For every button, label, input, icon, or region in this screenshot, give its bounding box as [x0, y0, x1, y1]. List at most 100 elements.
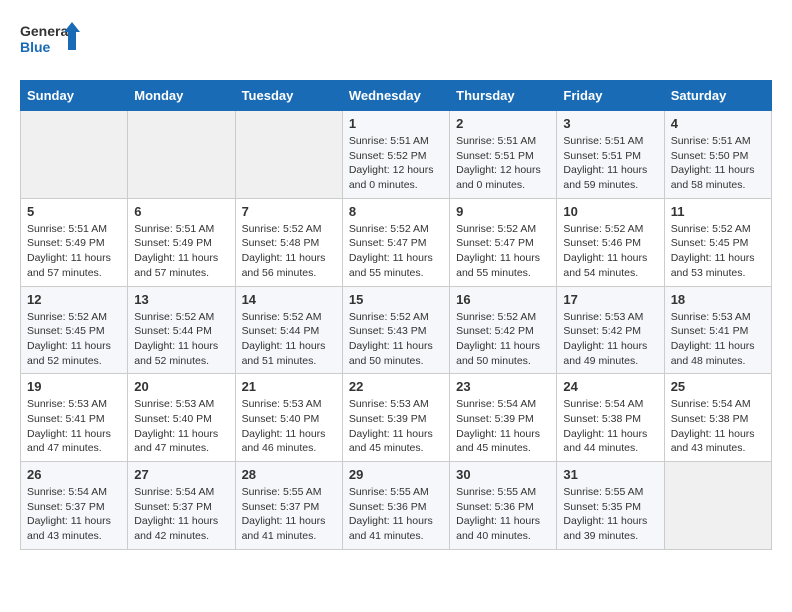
day-info: Sunrise: 5:53 AM Sunset: 5:39 PM Dayligh… — [349, 397, 443, 456]
calendar-cell: 10 Sunrise: 5:52 AM Sunset: 5:46 PM Dayli… — [557, 198, 664, 286]
day-info: Sunrise: 5:51 AM Sunset: 5:51 PM Dayligh… — [563, 134, 657, 193]
calendar-cell — [21, 111, 128, 199]
calendar-cell: 29 Sunrise: 5:55 AM Sunset: 5:36 PM Dayli… — [342, 462, 449, 550]
day-info: Sunrise: 5:51 AM Sunset: 5:49 PM Dayligh… — [27, 222, 121, 281]
calendar-cell: 5 Sunrise: 5:51 AM Sunset: 5:49 PM Daylig… — [21, 198, 128, 286]
weekday-header-row: SundayMondayTuesdayWednesdayThursdayFrid… — [21, 81, 772, 111]
day-info: Sunrise: 5:53 AM Sunset: 5:41 PM Dayligh… — [671, 310, 765, 369]
calendar-week-row: 12 Sunrise: 5:52 AM Sunset: 5:45 PM Dayli… — [21, 286, 772, 374]
calendar-cell: 21Sunrise: 5:53 AM Sunset: 5:40 PM Dayli… — [235, 374, 342, 462]
day-info: Sunrise: 5:55 AM Sunset: 5:37 PM Dayligh… — [242, 485, 336, 544]
calendar-cell: 13 Sunrise: 5:52 AM Sunset: 5:44 PM Dayli… — [128, 286, 235, 374]
svg-text:General: General — [20, 23, 72, 39]
calendar-cell: 25 Sunrise: 5:54 AM Sunset: 5:38 PM Dayli… — [664, 374, 771, 462]
day-number: 4 — [671, 116, 765, 131]
calendar-week-row: 1 Sunrise: 5:51 AM Sunset: 5:52 PM Daylig… — [21, 111, 772, 199]
day-info: Sunrise: 5:55 AM Sunset: 5:36 PM Dayligh… — [349, 485, 443, 544]
calendar-cell: 9Sunrise: 5:52 AM Sunset: 5:47 PM Daylig… — [450, 198, 557, 286]
day-info: Sunrise: 5:52 AM Sunset: 5:47 PM Dayligh… — [349, 222, 443, 281]
day-number: 30 — [456, 467, 550, 482]
svg-text:Blue: Blue — [20, 39, 51, 55]
logo: General Blue — [20, 20, 80, 64]
calendar-cell: 4 Sunrise: 5:51 AM Sunset: 5:50 PM Daylig… — [664, 111, 771, 199]
calendar-cell: 2Sunrise: 5:51 AM Sunset: 5:51 PM Daylig… — [450, 111, 557, 199]
day-number: 10 — [563, 204, 657, 219]
weekday-header: Wednesday — [342, 81, 449, 111]
calendar-cell: 18Sunrise: 5:53 AM Sunset: 5:41 PM Dayli… — [664, 286, 771, 374]
day-info: Sunrise: 5:52 AM Sunset: 5:43 PM Dayligh… — [349, 310, 443, 369]
calendar-cell: 23Sunrise: 5:54 AM Sunset: 5:39 PM Dayli… — [450, 374, 557, 462]
day-number: 17 — [563, 292, 657, 307]
day-info: Sunrise: 5:52 AM Sunset: 5:46 PM Dayligh… — [563, 222, 657, 281]
calendar-cell: 12 Sunrise: 5:52 AM Sunset: 5:45 PM Dayli… — [21, 286, 128, 374]
day-number: 6 — [134, 204, 228, 219]
day-number: 20 — [134, 379, 228, 394]
weekday-header: Sunday — [21, 81, 128, 111]
day-number: 11 — [671, 204, 765, 219]
calendar-cell: 8 Sunrise: 5:52 AM Sunset: 5:47 PM Daylig… — [342, 198, 449, 286]
day-info: Sunrise: 5:53 AM Sunset: 5:40 PM Dayligh… — [242, 397, 336, 456]
day-number: 31 — [563, 467, 657, 482]
day-info: Sunrise: 5:53 AM Sunset: 5:42 PM Dayligh… — [563, 310, 657, 369]
calendar-cell: 16 Sunrise: 5:52 AM Sunset: 5:42 PM Dayli… — [450, 286, 557, 374]
calendar-cell: 22 Sunrise: 5:53 AM Sunset: 5:39 PM Dayli… — [342, 374, 449, 462]
calendar-cell: 26 Sunrise: 5:54 AM Sunset: 5:37 PM Dayli… — [21, 462, 128, 550]
day-info: Sunrise: 5:51 AM Sunset: 5:50 PM Dayligh… — [671, 134, 765, 193]
day-number: 24 — [563, 379, 657, 394]
calendar-cell: 28 Sunrise: 5:55 AM Sunset: 5:37 PM Dayli… — [235, 462, 342, 550]
weekday-header: Tuesday — [235, 81, 342, 111]
calendar-cell: 30Sunrise: 5:55 AM Sunset: 5:36 PM Dayli… — [450, 462, 557, 550]
day-info: Sunrise: 5:52 AM Sunset: 5:44 PM Dayligh… — [242, 310, 336, 369]
day-info: Sunrise: 5:54 AM Sunset: 5:38 PM Dayligh… — [563, 397, 657, 456]
calendar-cell — [128, 111, 235, 199]
day-info: Sunrise: 5:52 AM Sunset: 5:44 PM Dayligh… — [134, 310, 228, 369]
day-number: 8 — [349, 204, 443, 219]
day-info: Sunrise: 5:51 AM Sunset: 5:49 PM Dayligh… — [134, 222, 228, 281]
day-info: Sunrise: 5:51 AM Sunset: 5:52 PM Dayligh… — [349, 134, 443, 193]
day-info: Sunrise: 5:54 AM Sunset: 5:38 PM Dayligh… — [671, 397, 765, 456]
day-info: Sunrise: 5:52 AM Sunset: 5:45 PM Dayligh… — [27, 310, 121, 369]
day-number: 2 — [456, 116, 550, 131]
day-number: 15 — [349, 292, 443, 307]
day-info: Sunrise: 5:52 AM Sunset: 5:45 PM Dayligh… — [671, 222, 765, 281]
calendar-week-row: 19 Sunrise: 5:53 AM Sunset: 5:41 PM Dayli… — [21, 374, 772, 462]
day-info: Sunrise: 5:52 AM Sunset: 5:42 PM Dayligh… — [456, 310, 550, 369]
calendar-table: SundayMondayTuesdayWednesdayThursdayFrid… — [20, 80, 772, 550]
calendar-cell: 7 Sunrise: 5:52 AM Sunset: 5:48 PM Daylig… — [235, 198, 342, 286]
day-number: 23 — [456, 379, 550, 394]
calendar-week-row: 26 Sunrise: 5:54 AM Sunset: 5:37 PM Dayli… — [21, 462, 772, 550]
calendar-cell — [664, 462, 771, 550]
day-number: 22 — [349, 379, 443, 394]
day-info: Sunrise: 5:53 AM Sunset: 5:40 PM Dayligh… — [134, 397, 228, 456]
logo-svg: General Blue — [20, 20, 80, 64]
weekday-header: Friday — [557, 81, 664, 111]
day-info: Sunrise: 5:53 AM Sunset: 5:41 PM Dayligh… — [27, 397, 121, 456]
weekday-header: Thursday — [450, 81, 557, 111]
day-number: 12 — [27, 292, 121, 307]
day-number: 25 — [671, 379, 765, 394]
day-info: Sunrise: 5:54 AM Sunset: 5:37 PM Dayligh… — [134, 485, 228, 544]
calendar-cell: 3 Sunrise: 5:51 AM Sunset: 5:51 PM Daylig… — [557, 111, 664, 199]
day-number: 27 — [134, 467, 228, 482]
calendar-cell: 11 Sunrise: 5:52 AM Sunset: 5:45 PM Dayli… — [664, 198, 771, 286]
day-number: 7 — [242, 204, 336, 219]
day-number: 5 — [27, 204, 121, 219]
day-number: 3 — [563, 116, 657, 131]
day-number: 16 — [456, 292, 550, 307]
weekday-header: Monday — [128, 81, 235, 111]
day-number: 29 — [349, 467, 443, 482]
day-number: 19 — [27, 379, 121, 394]
day-number: 9 — [456, 204, 550, 219]
page-header: General Blue — [20, 20, 772, 64]
calendar-cell: 19 Sunrise: 5:53 AM Sunset: 5:41 PM Dayli… — [21, 374, 128, 462]
calendar-cell: 14Sunrise: 5:52 AM Sunset: 5:44 PM Dayli… — [235, 286, 342, 374]
calendar-cell — [235, 111, 342, 199]
day-number: 28 — [242, 467, 336, 482]
calendar-cell: 6 Sunrise: 5:51 AM Sunset: 5:49 PM Daylig… — [128, 198, 235, 286]
day-number: 26 — [27, 467, 121, 482]
day-info: Sunrise: 5:54 AM Sunset: 5:37 PM Dayligh… — [27, 485, 121, 544]
day-number: 1 — [349, 116, 443, 131]
day-number: 13 — [134, 292, 228, 307]
calendar-cell: 17 Sunrise: 5:53 AM Sunset: 5:42 PM Dayli… — [557, 286, 664, 374]
day-info: Sunrise: 5:52 AM Sunset: 5:48 PM Dayligh… — [242, 222, 336, 281]
